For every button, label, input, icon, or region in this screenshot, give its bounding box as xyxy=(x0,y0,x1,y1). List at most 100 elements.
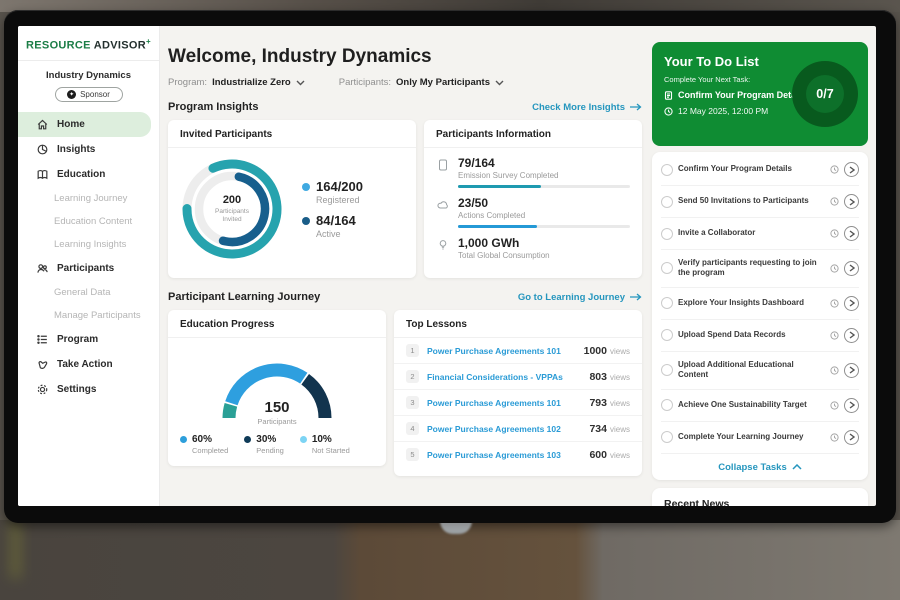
lesson-row: 1 Power Purchase Agreements 101 1000view… xyxy=(394,338,642,364)
task-checkbox[interactable] xyxy=(661,164,673,176)
insights-pie-icon xyxy=(36,143,49,156)
recent-news-card: Recent News xyxy=(652,488,868,506)
sidebar-item-manage-participants[interactable]: Manage Participants xyxy=(18,304,159,327)
deadline-clock-icon xyxy=(830,299,839,308)
top-lessons-card: Top Lessons 1 Power Purchase Agreements … xyxy=(394,310,642,476)
arrow-right-icon xyxy=(630,103,642,111)
legend-dot-pending xyxy=(244,436,251,443)
progress-bar-emission xyxy=(458,185,630,188)
lesson-row: 2 Financial Considerations - VPPAs 803vi… xyxy=(394,364,642,390)
task-checkbox[interactable] xyxy=(661,297,673,309)
task-chevron-button[interactable] xyxy=(844,162,859,177)
task-item[interactable]: Upload Additional Educational Content xyxy=(661,352,859,390)
participants-filter-label: Participants: xyxy=(339,77,391,88)
deadline-clock-icon xyxy=(830,401,839,410)
deadline-clock-icon xyxy=(830,366,839,375)
go-to-learning-journey-link[interactable]: Go to Learning Journey xyxy=(518,292,642,303)
chevron-right-icon xyxy=(849,264,855,272)
sidebar: RESOURCE ADVISOR+ Industry Dynamics ✦ Sp… xyxy=(18,26,160,506)
lesson-title-link[interactable]: Financial Considerations - VPPAs xyxy=(427,372,589,382)
gauge-center-label: Participants xyxy=(202,417,352,426)
sidebar-item-label: General Data xyxy=(54,287,111,298)
education-gauge-chart: 150 Participants xyxy=(202,346,352,428)
task-chevron-button[interactable] xyxy=(844,398,859,413)
survey-clipboard-icon xyxy=(436,158,450,172)
deadline-clock-icon xyxy=(830,197,839,206)
sidebar-item-insights[interactable]: Insights xyxy=(18,137,159,162)
lesson-title-link[interactable]: Power Purchase Agreements 101 xyxy=(427,398,589,408)
sidebar-item-learning-insights[interactable]: Learning Insights xyxy=(18,233,159,256)
task-chevron-button[interactable] xyxy=(844,194,859,209)
sidebar-item-home[interactable]: Home xyxy=(18,112,151,137)
task-item[interactable]: Complete Your Learning Journey xyxy=(661,422,859,454)
legend-item-active: 84/164 Active xyxy=(302,213,363,239)
task-item[interactable]: Send 50 Invitations to Participants xyxy=(661,186,859,218)
task-checkbox[interactable] xyxy=(661,431,673,443)
sponsor-badge: ✦ Sponsor xyxy=(55,87,123,102)
monitor-bezel: RESOURCE ADVISOR+ Industry Dynamics ✦ Sp… xyxy=(4,10,896,523)
legend-dot-registered xyxy=(302,183,310,191)
lesson-row: 3 Power Purchase Agreements 101 793views xyxy=(394,390,642,416)
sidebar-item-program[interactable]: Program xyxy=(18,327,159,352)
sponsor-label: Sponsor xyxy=(80,90,110,99)
lesson-rank-badge: 5 xyxy=(406,448,419,461)
task-item[interactable]: Explore Your Insights Dashboard xyxy=(661,288,859,320)
task-item[interactable]: Invite a Collaborator xyxy=(661,218,859,250)
task-chevron-button[interactable] xyxy=(844,296,859,311)
check-more-insights-link[interactable]: Check More Insights xyxy=(532,102,642,113)
sidebar-item-settings[interactable]: Settings xyxy=(18,377,159,402)
task-item[interactable]: Confirm Your Program Details xyxy=(661,154,859,186)
sidebar-item-education[interactable]: Education xyxy=(18,162,159,187)
program-select[interactable]: Industrialize Zero xyxy=(212,77,305,88)
sidebar-item-participants[interactable]: Participants xyxy=(18,256,159,281)
task-chevron-button[interactable] xyxy=(844,363,859,378)
sidebar-item-label: Home xyxy=(57,119,85,130)
sidebar-item-label: Participants xyxy=(57,263,114,274)
donut-center-label: Invited xyxy=(222,216,241,224)
clock-icon xyxy=(664,107,673,116)
task-checkbox[interactable] xyxy=(661,399,673,411)
sidebar-item-education-content[interactable]: Education Content xyxy=(18,210,159,233)
lesson-row: 4 Power Purchase Agreements 102 734views xyxy=(394,416,642,442)
main-content: Welcome, Industry Dynamics Program: Indu… xyxy=(160,26,648,506)
task-chevron-button[interactable] xyxy=(844,261,859,276)
legend-item-completed: 60% Completed xyxy=(180,434,228,455)
lesson-title-link[interactable]: Power Purchase Agreements 103 xyxy=(427,450,589,460)
sidebar-item-take-action[interactable]: Take Action xyxy=(18,352,159,377)
task-checkbox[interactable] xyxy=(661,196,673,208)
deadline-clock-icon xyxy=(830,165,839,174)
legend-item-not-started: 10% Not Started xyxy=(300,434,350,455)
task-checkbox[interactable] xyxy=(661,262,673,274)
lesson-rank-badge: 3 xyxy=(406,396,419,409)
task-checkbox[interactable] xyxy=(661,364,673,376)
task-checkbox[interactable] xyxy=(661,329,673,341)
tasks-card: Confirm Your Program Details Send 50 Inv… xyxy=(652,152,868,480)
task-chevron-button[interactable] xyxy=(844,328,859,343)
todo-next-task: Confirm Your Program Details xyxy=(678,90,806,100)
divider xyxy=(18,60,159,61)
stat-global-consumption: 1,000 GWh Total Global Consumption xyxy=(424,228,642,260)
task-checkbox[interactable] xyxy=(661,228,673,240)
task-chevron-button[interactable] xyxy=(844,226,859,241)
donut-center-label: Participants xyxy=(215,208,249,216)
task-item[interactable]: Upload Spend Data Records xyxy=(661,320,859,352)
lesson-title-link[interactable]: Power Purchase Agreements 102 xyxy=(427,424,589,434)
deadline-clock-icon xyxy=(830,331,839,340)
logo-text-secondary: ADVISOR xyxy=(94,40,146,52)
lesson-title-link[interactable]: Power Purchase Agreements 101 xyxy=(427,346,584,356)
todo-column: Your To Do List Complete Your Next Task:… xyxy=(648,26,876,506)
task-item[interactable]: Achieve One Sustainability Target xyxy=(661,390,859,422)
task-item[interactable]: Verify participants requesting to join t… xyxy=(661,250,859,288)
gauge-center-value: 150 xyxy=(202,399,352,417)
sidebar-item-general-data[interactable]: General Data xyxy=(18,281,159,304)
participants-select[interactable]: Only My Participants xyxy=(396,77,504,88)
legend-item-registered: 164/200 Registered xyxy=(302,179,363,205)
collapse-tasks-link[interactable]: Collapse Tasks xyxy=(661,454,859,480)
recent-news-title: Recent News xyxy=(664,498,856,506)
hand-action-icon xyxy=(36,358,49,371)
task-chevron-button[interactable] xyxy=(844,430,859,445)
app-logo[interactable]: RESOURCE ADVISOR+ xyxy=(18,26,159,60)
sidebar-item-learning-journey[interactable]: Learning Journey xyxy=(18,187,159,210)
chevron-right-icon xyxy=(849,198,855,206)
consumption-bulb-icon xyxy=(436,238,450,252)
